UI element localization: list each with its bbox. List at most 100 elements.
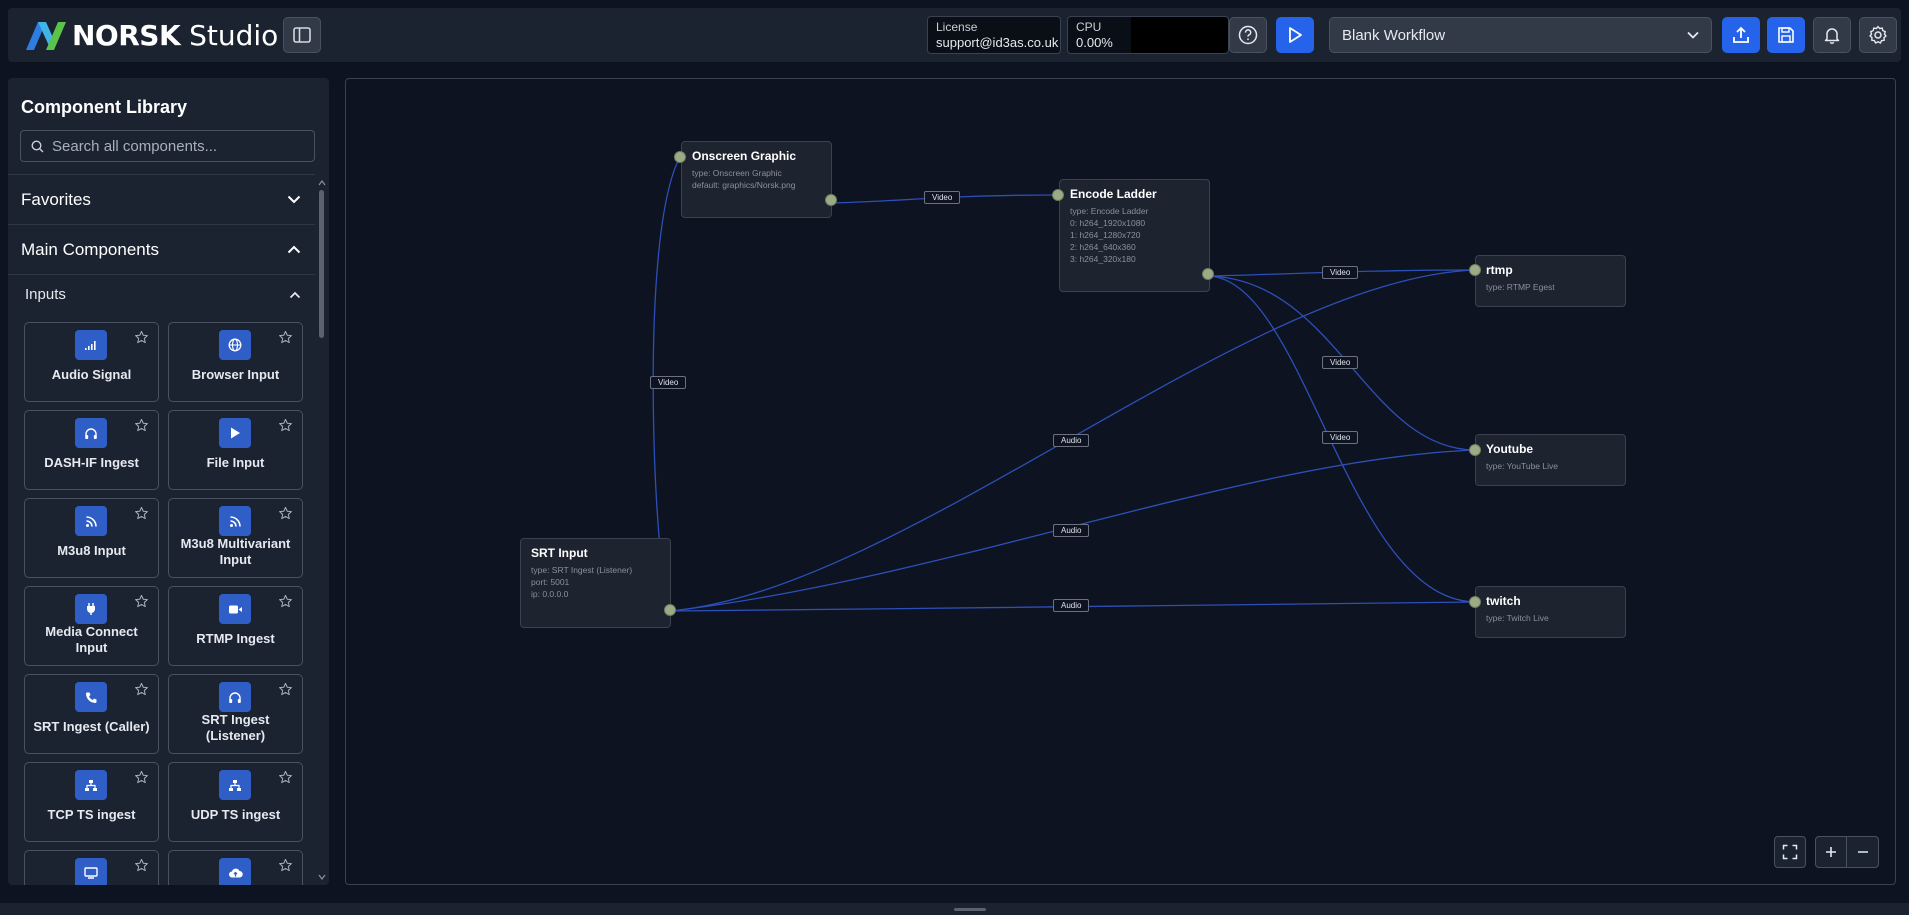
- network-icon: [219, 770, 251, 800]
- scroll-up-arrow-icon[interactable]: [318, 180, 326, 186]
- port-encode-input[interactable]: [1052, 189, 1064, 201]
- workflow-select[interactable]: Blank Workflow: [1329, 17, 1712, 53]
- edge-label-audio: Audio: [1053, 434, 1090, 447]
- help-button[interactable]: [1229, 17, 1267, 53]
- node-detail: 3: h264_320x180: [1070, 254, 1136, 264]
- component-card[interactable]: TCP TS ingest: [24, 762, 159, 842]
- favorite-star-icon[interactable]: [134, 594, 149, 609]
- port-twitch-input[interactable]: [1469, 596, 1481, 608]
- port-rtmp-input[interactable]: [1469, 264, 1481, 276]
- settings-button[interactable]: [1859, 17, 1897, 53]
- sidebar-scrollbar-thumb[interactable]: [319, 190, 324, 338]
- save-button[interactable]: [1767, 17, 1805, 53]
- node-twitch[interactable]: twitch type: Twitch Live: [1475, 586, 1626, 638]
- node-title: Onscreen Graphic: [692, 149, 797, 163]
- inputs-subsection-header[interactable]: Inputs: [8, 274, 315, 314]
- component-name: SRT Ingest (Caller): [33, 719, 150, 734]
- component-card[interactable]: Browser Input: [168, 322, 303, 402]
- edge-label-video: Video: [1322, 266, 1359, 279]
- port-srt-output[interactable]: [664, 604, 676, 616]
- component-name: DASH-IF Ingest: [44, 455, 139, 470]
- port-youtube-input[interactable]: [1469, 444, 1481, 456]
- favorite-star-icon[interactable]: [134, 858, 149, 873]
- component-card[interactable]: File Input: [168, 410, 303, 490]
- port-onscreen-input[interactable]: [674, 151, 686, 163]
- node-encode-ladder[interactable]: Encode Ladder type: Encode Ladder 0: h26…: [1059, 179, 1210, 292]
- node-detail: default: graphics/Norsk.png: [692, 180, 796, 190]
- node-detail: type: Twitch Live: [1486, 613, 1549, 623]
- node-title: twitch: [1486, 594, 1521, 608]
- run-button[interactable]: [1276, 17, 1314, 53]
- favorite-star-icon[interactable]: [278, 858, 293, 873]
- favorite-star-icon[interactable]: [134, 506, 149, 521]
- upload-button[interactable]: [1722, 17, 1760, 53]
- zoom-out-button[interactable]: [1847, 837, 1878, 867]
- component-card[interactable]: Audio Signal: [24, 322, 159, 402]
- port-onscreen-output[interactable]: [825, 194, 837, 206]
- headphones-icon: [75, 418, 107, 448]
- edge-label-video: Video: [650, 376, 687, 389]
- sidebar-panel-icon: [293, 27, 311, 43]
- favorite-star-icon[interactable]: [134, 682, 149, 697]
- node-detail: 0: h264_1920x1080: [1070, 218, 1146, 228]
- component-card[interactable]: Media Connect Input: [24, 586, 159, 666]
- favorite-star-icon[interactable]: [134, 770, 149, 785]
- favorite-star-icon[interactable]: [278, 770, 293, 785]
- favorite-star-icon[interactable]: [278, 506, 293, 521]
- component-card[interactable]: M3u8 Multivariant Input: [168, 498, 303, 578]
- favorite-star-icon[interactable]: [278, 594, 293, 609]
- cpu-graph: [1131, 16, 1229, 54]
- node-rtmp[interactable]: rtmp type: RTMP Egest: [1475, 255, 1626, 307]
- node-youtube[interactable]: Youtube type: YouTube Live: [1475, 434, 1626, 486]
- favorite-star-icon[interactable]: [278, 682, 293, 697]
- component-card[interactable]: UDP TS ingest: [168, 762, 303, 842]
- component-card[interactable]: SRT Ingest (Listener): [168, 674, 303, 754]
- favorites-section-header[interactable]: Favorites: [8, 174, 315, 224]
- node-onscreen-graphic[interactable]: Onscreen Graphic type: Onscreen Graphic …: [681, 141, 832, 218]
- favorites-label: Favorites: [21, 189, 91, 209]
- scroll-down-arrow-icon[interactable]: [318, 874, 326, 880]
- component-name: UDP TS ingest: [190, 807, 281, 822]
- workflow-select-value: Blank Workflow: [1342, 26, 1446, 44]
- sidebar-toggle-button[interactable]: [283, 17, 321, 53]
- component-name: SRT Ingest (Listener): [201, 712, 270, 743]
- search-input[interactable]: [52, 137, 302, 155]
- favorite-star-icon[interactable]: [278, 418, 293, 433]
- rss-icon: [75, 506, 107, 536]
- bottom-panel-resize-handle[interactable]: [954, 908, 986, 911]
- globe-icon: [219, 330, 251, 360]
- component-library-title: Component Library: [21, 97, 188, 117]
- component-name: M3u8 Multivariant Input: [180, 536, 291, 567]
- edge-label-audio: Audio: [1053, 524, 1090, 537]
- network-icon: [75, 770, 107, 800]
- component-name: RTMP Ingest: [196, 631, 275, 646]
- port-encode-output[interactable]: [1202, 268, 1214, 280]
- favorite-star-icon[interactable]: [134, 418, 149, 433]
- chevron-down-icon: [1687, 31, 1699, 39]
- component-name: Media Connect Input: [45, 624, 138, 655]
- component-card[interactable]: DASH-IF Ingest: [24, 410, 159, 490]
- main-components-section-header[interactable]: Main Components: [8, 224, 315, 274]
- component-card[interactable]: SRT Ingest (Caller): [24, 674, 159, 754]
- component-library-panel: Component Library Favorites Main Compone…: [8, 78, 329, 885]
- upload-icon: [1733, 26, 1749, 43]
- favorite-star-icon[interactable]: [278, 330, 293, 345]
- play-icon: [219, 418, 251, 448]
- component-card[interactable]: RTMP Ingest: [168, 586, 303, 666]
- favorite-star-icon[interactable]: [134, 330, 149, 345]
- notifications-button[interactable]: [1813, 17, 1851, 53]
- component-name: Audio Signal: [51, 367, 132, 382]
- component-card[interactable]: [24, 850, 159, 885]
- node-detail: type: Encode Ladder: [1070, 206, 1149, 216]
- node-detail: 2: h264_640x360: [1070, 242, 1136, 252]
- node-srt-input[interactable]: SRT Input type: SRT Ingest (Listener) po…: [520, 538, 671, 628]
- chevron-down-icon: [287, 195, 301, 204]
- search-icon: [31, 139, 44, 152]
- search-box[interactable]: [20, 130, 315, 162]
- zoom-in-button[interactable]: [1816, 837, 1848, 867]
- chevron-up-icon: [287, 245, 301, 254]
- fit-view-button[interactable]: [1774, 836, 1806, 868]
- workflow-canvas[interactable]: Video Video Video Video Video Audio Audi…: [345, 78, 1896, 885]
- component-card[interactable]: [168, 850, 303, 885]
- component-card[interactable]: M3u8 Input: [24, 498, 159, 578]
